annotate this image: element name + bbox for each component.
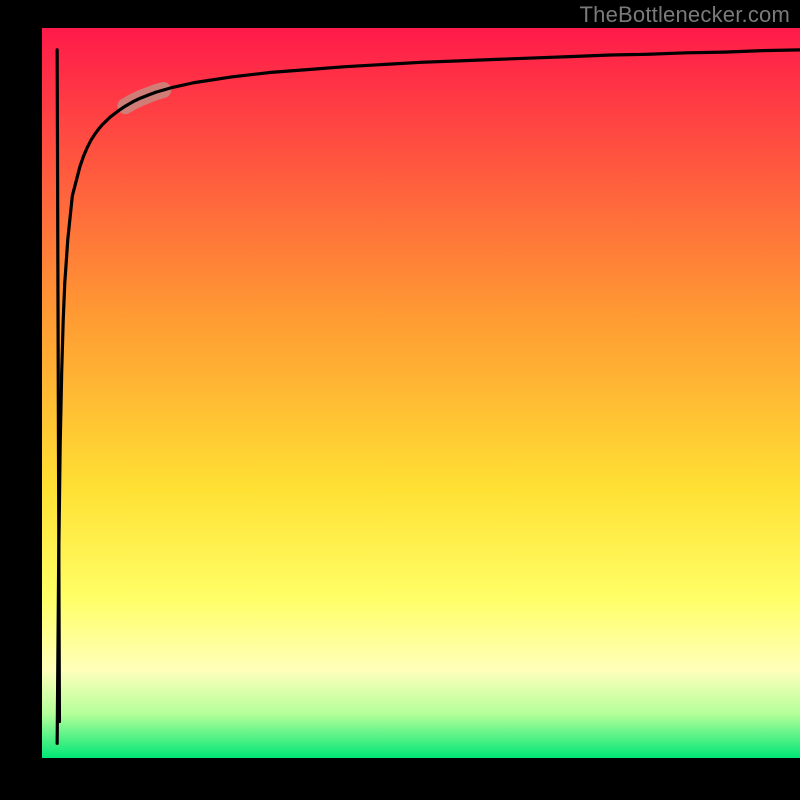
plot-area	[42, 28, 800, 758]
initial-spike	[57, 50, 59, 722]
chart-frame: TheBottlenecker.com	[0, 0, 800, 800]
chart-svg	[42, 28, 800, 758]
gradient-background	[42, 28, 800, 758]
watermark-text: TheBottlenecker.com	[580, 2, 790, 28]
